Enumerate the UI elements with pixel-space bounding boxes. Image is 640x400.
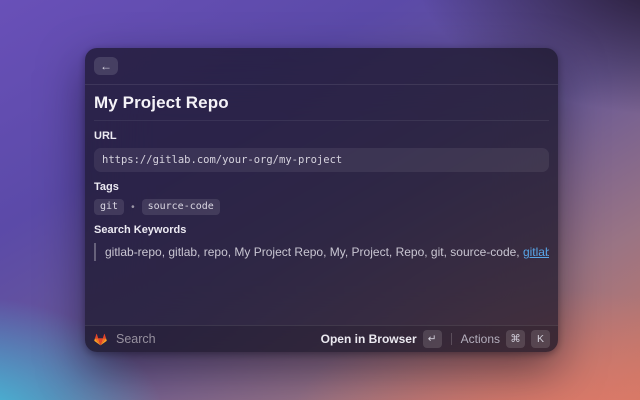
tags-row: git • source-code — [94, 199, 549, 215]
gitlab-icon — [93, 332, 108, 347]
page-title: My Project Repo — [94, 93, 549, 121]
command-key-icon: ⌘ — [506, 330, 525, 348]
detail-window: ← My Project Repo URL https://gitlab.com… — [85, 48, 558, 352]
footer-bar: Search Open in Browser ↵ Actions ⌘ K — [85, 325, 558, 352]
detail-content: My Project Repo URL https://gitlab.com/y… — [85, 85, 558, 325]
return-key-icon: ↵ — [423, 330, 442, 348]
open-in-browser-label: Open in Browser — [321, 332, 417, 346]
keywords-blockquote: gitlab-repo, gitlab, repo, My Project Re… — [94, 243, 549, 261]
tag-pill: git — [94, 199, 124, 215]
keywords-link[interactable]: gitlab.com — [523, 245, 549, 259]
window-header: ← — [85, 48, 558, 85]
footer-right: Open in Browser ↵ Actions ⌘ K — [321, 330, 550, 348]
tags-label: Tags — [94, 181, 549, 193]
tag-pill: source-code — [142, 199, 220, 215]
url-label: URL — [94, 130, 549, 142]
footer-left: Search — [93, 332, 156, 347]
keywords-label: Search Keywords — [94, 224, 549, 236]
back-button[interactable]: ← — [94, 57, 118, 75]
back-arrow-icon: ← — [100, 60, 112, 72]
k-key-icon: K — [531, 330, 550, 348]
open-in-browser-button[interactable]: Open in Browser ↵ — [321, 330, 442, 348]
tag-separator: • — [131, 202, 135, 213]
footer-divider — [451, 333, 452, 345]
actions-button[interactable]: Actions ⌘ K — [461, 330, 550, 348]
url-code-block: https://gitlab.com/your-org/my-project — [94, 148, 549, 172]
actions-label: Actions — [461, 332, 500, 346]
keywords-text: gitlab-repo, gitlab, repo, My Project Re… — [105, 245, 523, 259]
footer-search-label: Search — [116, 332, 156, 346]
